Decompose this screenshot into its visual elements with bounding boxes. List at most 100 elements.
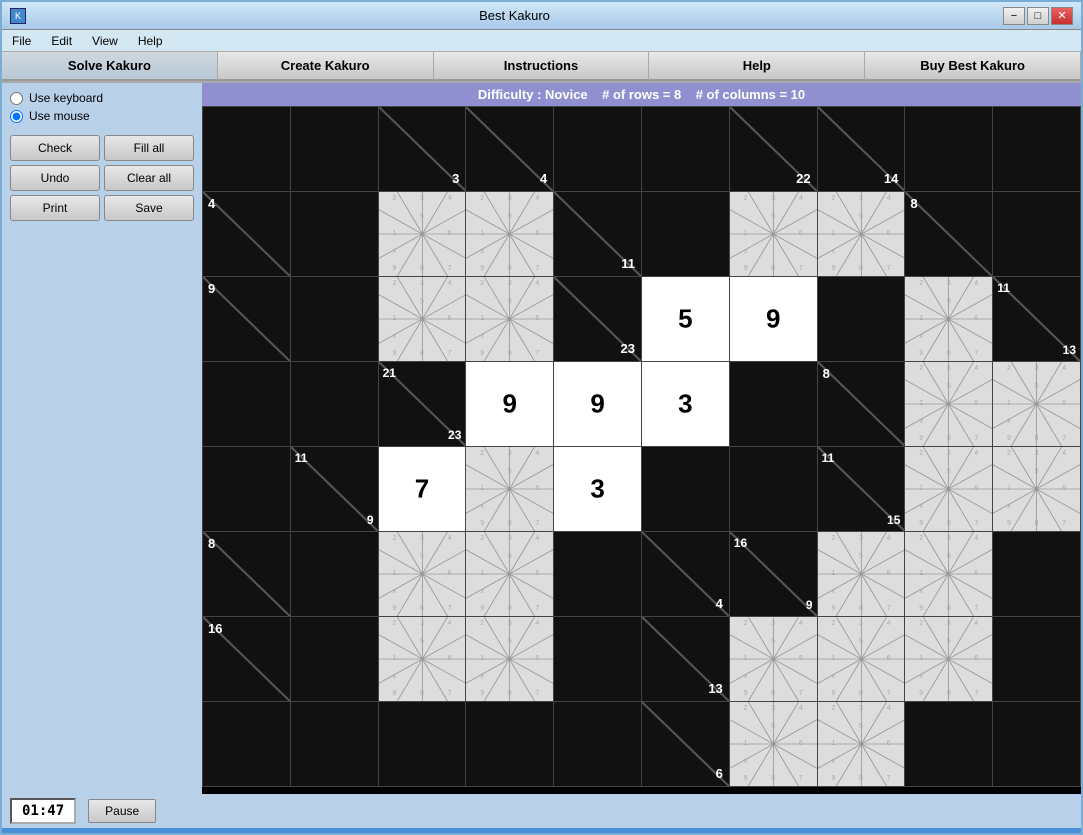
nav-buy[interactable]: Buy Best Kakuro [865, 52, 1081, 81]
minimize-button[interactable]: − [1003, 7, 1025, 25]
clear-all-button[interactable]: Clear all [104, 165, 194, 191]
cell-5-8[interactable]: 234516x987 [905, 532, 992, 616]
cell-7-5: 6 [642, 702, 729, 786]
check-button[interactable]: Check [10, 135, 100, 161]
cell-0-7: 14 [818, 107, 905, 191]
bottom-bar: 01:47 Pause [2, 794, 1081, 828]
window: K Best Kakuro − □ ✕ File Edit View Help … [0, 0, 1083, 835]
nav-solve[interactable]: Solve Kakuro [2, 52, 218, 81]
game-area: Difficulty : Novice # of rows = 8 # of c… [202, 83, 1081, 794]
radio-mouse[interactable]: Use mouse [10, 109, 194, 123]
cell-1-6[interactable]: 234516x987 [730, 192, 817, 276]
cell-5-4 [554, 532, 641, 616]
timer-display: 01:47 [10, 798, 76, 824]
save-button[interactable]: Save [104, 195, 194, 221]
cell-0-9 [993, 107, 1080, 191]
cell-7-7[interactable]: 234516x987 [818, 702, 905, 786]
restore-button[interactable]: □ [1027, 7, 1049, 25]
cell-3-5[interactable]: 3 [642, 362, 729, 446]
window-icon: K [10, 8, 26, 24]
sidebar: Use keyboard Use mouse Check Fill all Un… [2, 83, 202, 794]
cell-0-0 [203, 107, 290, 191]
cell-4-3[interactable]: 234516x987 [466, 447, 553, 531]
cell-6-1 [291, 617, 378, 701]
cell-4-1: 119 [291, 447, 378, 531]
radio-mouse-input[interactable] [10, 110, 23, 123]
window-title: Best Kakuro [26, 8, 1003, 23]
cell-1-7[interactable]: 234516x987 [818, 192, 905, 276]
cell-7-2 [379, 702, 466, 786]
cell-7-8 [905, 702, 992, 786]
cell-1-0: 4 [203, 192, 290, 276]
nav-create[interactable]: Create Kakuro [218, 52, 434, 81]
cell-0-1 [291, 107, 378, 191]
nav-instructions[interactable]: Instructions [434, 52, 650, 81]
cell-1-3[interactable]: 234516x987 [466, 192, 553, 276]
radio-keyboard-input[interactable] [10, 92, 23, 105]
cell-2-3[interactable]: 234516x987 [466, 277, 553, 361]
radio-keyboard[interactable]: Use keyboard [10, 91, 194, 105]
menu-view[interactable]: View [86, 32, 124, 50]
radio-mouse-label: Use mouse [29, 109, 90, 123]
rows-label: # of rows = 8 [602, 87, 681, 102]
cell-3-4[interactable]: 9 [554, 362, 641, 446]
cell-0-3: 4 [466, 107, 553, 191]
print-button[interactable]: Print [10, 195, 100, 221]
cell-3-8[interactable]: 234516x987 [905, 362, 992, 446]
cell-1-4: 11 [554, 192, 641, 276]
cell-2-8[interactable]: 234516x987 [905, 277, 992, 361]
cell-1-2[interactable]: 234516x987 [379, 192, 466, 276]
cell-4-9[interactable]: 234516x987 [993, 447, 1080, 531]
cell-7-6[interactable]: 234516x987 [730, 702, 817, 786]
difficulty-label: Difficulty : Novice [478, 87, 588, 102]
cell-0-8 [905, 107, 992, 191]
cell-3-7: 8 [818, 362, 905, 446]
cell-1-9 [993, 192, 1080, 276]
control-buttons: Check Fill all Undo Clear all Print Save [10, 135, 194, 221]
cell-5-1 [291, 532, 378, 616]
cell-6-8[interactable]: 234516x987 [905, 617, 992, 701]
cell-4-2[interactable]: 7 [379, 447, 466, 531]
cell-2-2[interactable]: 234516x987 [379, 277, 466, 361]
input-mode-group: Use keyboard Use mouse [10, 91, 194, 123]
cell-5-5: 4 [642, 532, 729, 616]
cell-1-8: 8 [905, 192, 992, 276]
cell-0-5 [642, 107, 729, 191]
cell-0-6: 22 [730, 107, 817, 191]
cell-7-0 [203, 702, 290, 786]
nav-help[interactable]: Help [649, 52, 865, 81]
menu-help[interactable]: Help [132, 32, 169, 50]
cell-2-5[interactable]: 5 [642, 277, 729, 361]
fill-all-button[interactable]: Fill all [104, 135, 194, 161]
kakuro-grid-wrapper: 3422144234516x987234516x98711234516x9872… [202, 106, 1081, 787]
pause-button[interactable]: Pause [88, 799, 156, 823]
status-bar: Difficulty : Novice # of rows = 8 # of c… [202, 83, 1081, 106]
cell-4-0 [203, 447, 290, 531]
cell-2-9: 1113 [993, 277, 1080, 361]
cell-5-2[interactable]: 234516x987 [379, 532, 466, 616]
cell-4-8[interactable]: 234516x987 [905, 447, 992, 531]
cell-7-9 [993, 702, 1080, 786]
cell-3-0 [203, 362, 290, 446]
cell-6-3[interactable]: 234516x987 [466, 617, 553, 701]
close-button[interactable]: ✕ [1051, 7, 1073, 25]
cell-5-3[interactable]: 234516x987 [466, 532, 553, 616]
undo-button[interactable]: Undo [10, 165, 100, 191]
cell-6-2[interactable]: 234516x987 [379, 617, 466, 701]
main-content: Use keyboard Use mouse Check Fill all Un… [2, 83, 1081, 794]
menu-file[interactable]: File [6, 32, 37, 50]
title-bar: K Best Kakuro − □ ✕ [2, 2, 1081, 30]
cell-6-6[interactable]: 234516x987 [730, 617, 817, 701]
menu-edit[interactable]: Edit [45, 32, 78, 50]
cell-3-1 [291, 362, 378, 446]
cell-5-7[interactable]: 234516x987 [818, 532, 905, 616]
cell-3-9[interactable]: 234516x987 [993, 362, 1080, 446]
cell-2-6[interactable]: 9 [730, 277, 817, 361]
cell-4-4[interactable]: 3 [554, 447, 641, 531]
kakuro-grid[interactable]: 3422144234516x987234516x98711234516x9872… [203, 107, 1080, 786]
radio-keyboard-label: Use keyboard [29, 91, 103, 105]
menu-bar: File Edit View Help [2, 30, 1081, 52]
cell-3-3[interactable]: 9 [466, 362, 553, 446]
cell-7-1 [291, 702, 378, 786]
cell-6-7[interactable]: 234516x987 [818, 617, 905, 701]
